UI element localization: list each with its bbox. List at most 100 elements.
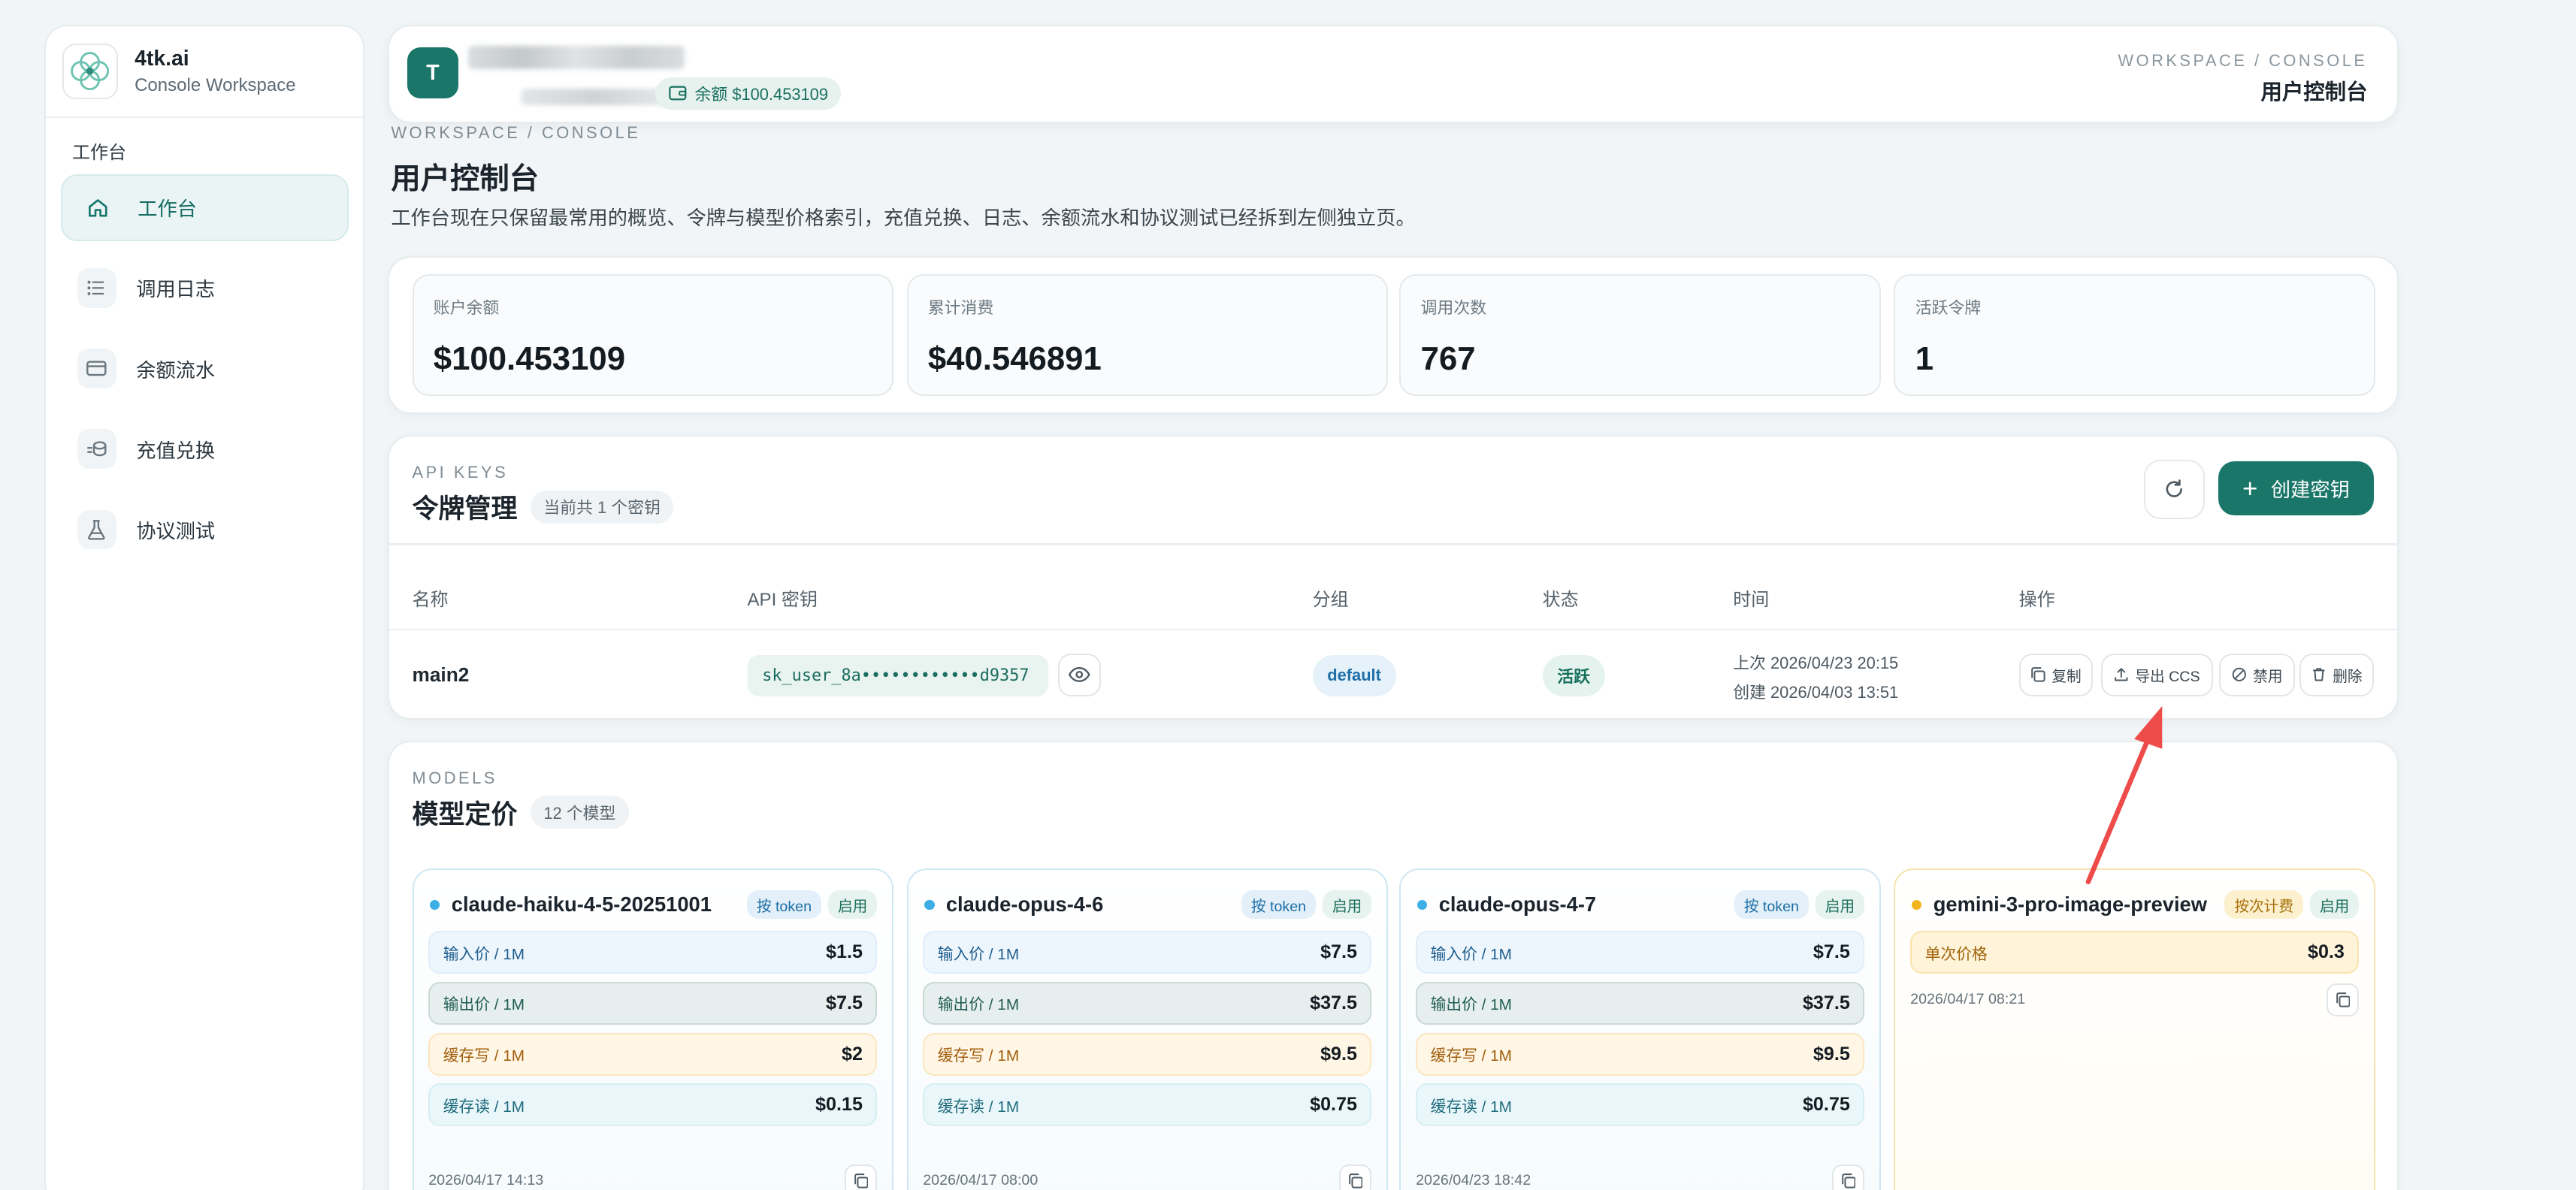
copy-model-button[interactable]	[1338, 1164, 1372, 1190]
model-card[interactable]: gemini-3-pro-image-preview 按次计费 启用 单次价格 $…	[1894, 868, 2376, 1190]
model-card[interactable]: claude-opus-4-6 按 token 启用 输入价 / 1M $7.5 …	[906, 868, 1389, 1190]
reveal-key-button[interactable]	[1057, 653, 1101, 696]
price-row-cache-read: 缓存读 / 1M $0.15	[428, 1083, 878, 1127]
disable-button[interactable]: 禁用	[2219, 653, 2295, 696]
create-key-label: 创建密钥	[2270, 479, 2350, 502]
model-date: 2026/04/23 18:42	[1416, 1172, 1531, 1189]
sidebar-item-call-logs[interactable]: 调用日志	[61, 255, 349, 322]
stat-value: $100.453109	[433, 340, 626, 377]
top-bar: T 余额 $100.453109 WORKSPACE / CONSOLE 用户控…	[387, 24, 2399, 123]
price-row-output: 输出价 / 1M $37.5	[1416, 981, 1865, 1025]
stat-label: 账户余额	[433, 298, 500, 318]
topbar-title: 用户控制台	[2260, 80, 2368, 105]
section-heading: 令牌管理 当前共 1 个密钥	[413, 488, 674, 526]
price-row-cache-write: 缓存写 / 1M $9.5	[923, 1032, 1372, 1076]
sidebar-section-label: 工作台	[71, 143, 127, 164]
stat-value: 767	[1420, 340, 1476, 377]
home-icon	[79, 188, 118, 227]
upload-icon	[2115, 668, 2128, 681]
status-badge: 活跃	[1542, 655, 1605, 696]
key-name: main2	[412, 663, 470, 687]
enabled-badge: 启用	[1815, 890, 1865, 920]
sidebar-item-label: 协议测试	[136, 519, 216, 542]
sidebar-item-label: 充值兑换	[136, 439, 216, 462]
model-date: 2026/04/17 08:21	[1910, 991, 2026, 1008]
column-header-time: 时间	[1733, 590, 1770, 611]
balance-chip-label: 余额 $100.453109	[694, 84, 828, 104]
column-header-api-key: API 密钥	[747, 590, 818, 611]
price-row-per-call: 单次价格 $0.3	[1910, 931, 2360, 974]
copy-model-button[interactable]	[844, 1164, 878, 1190]
list-icon	[77, 268, 117, 308]
price-row-output: 输出价 / 1M $37.5	[923, 981, 1372, 1025]
billing-badge: 按次计费	[2224, 890, 2304, 920]
refresh-icon	[2166, 479, 2183, 497]
delete-label: 删除	[2333, 668, 2363, 685]
sidebar: 4tk.ai Console Workspace 工作台 工作台 调用日志 余额…	[44, 24, 365, 1190]
column-header-status: 状态	[1542, 590, 1579, 611]
copy-icon	[1348, 1173, 1363, 1188]
stat-call-count: 调用次数 767	[1399, 273, 1881, 396]
copy-model-button[interactable]	[2326, 983, 2360, 1016]
price-row-cache-read: 缓存读 / 1M $0.75	[1416, 1083, 1865, 1127]
model-date: 2026/04/17 14:13	[428, 1172, 544, 1189]
divider	[389, 629, 2397, 631]
delete-button[interactable]: 删除	[2299, 653, 2374, 696]
copy-icon	[2031, 667, 2045, 683]
brand-subtitle: Console Workspace	[135, 74, 296, 95]
redacted-email	[520, 88, 669, 105]
avatar[interactable]: T	[407, 47, 458, 98]
model-card[interactable]: claude-haiku-4-5-20251001 按 token 启用 输入价…	[412, 868, 894, 1190]
sidebar-item-protocol-test[interactable]: 协议测试	[61, 496, 349, 563]
model-card[interactable]: claude-opus-4-7 按 token 启用 输入价 / 1M $7.5 …	[1399, 868, 1881, 1190]
price-row-input: 输入价 / 1M $7.5	[923, 931, 1372, 974]
section-kicker: API KEYS	[412, 463, 509, 482]
page-title: 用户控制台	[391, 162, 540, 195]
divider	[389, 543, 2397, 545]
model-name: claude-haiku-4-5-20251001	[451, 892, 712, 917]
stat-value: $40.546891	[927, 340, 1102, 377]
disable-label: 禁用	[2253, 668, 2283, 685]
wallet-icon	[668, 86, 686, 101]
brand-logo	[62, 43, 119, 100]
sidebar-item-label: 调用日志	[136, 278, 216, 301]
flower-logo-icon	[71, 52, 110, 91]
model-name: gemini-3-pro-image-preview	[1933, 892, 2207, 917]
copy-icon	[2336, 992, 2351, 1007]
status-dot	[430, 899, 440, 910]
model-date: 2026/04/17 08:00	[923, 1172, 1039, 1189]
status-dot	[924, 899, 935, 910]
section-heading: 模型定价 12 个模型	[413, 793, 629, 832]
billing-badge: 按 token	[746, 890, 822, 920]
sidebar-item-label: 工作台	[138, 198, 197, 221]
copy-model-button[interactable]	[1831, 1164, 1865, 1190]
brand: 4tk.ai Console Workspace	[46, 26, 364, 119]
brand-name: 4tk.ai	[135, 47, 189, 71]
price-row-input: 输入价 / 1M $1.5	[428, 931, 878, 974]
billing-badge: 按 token	[1241, 890, 1317, 920]
plus-icon: +	[2242, 473, 2258, 503]
billing-badge: 按 token	[1734, 890, 1810, 920]
api-key-value[interactable]: sk_user_8a••••••••••••d9357	[747, 655, 1048, 696]
enabled-badge: 启用	[1322, 890, 1372, 920]
sidebar-item-balance-flow[interactable]: 余额流水	[61, 335, 349, 403]
model-card-footer: 2026/04/17 08:21	[1910, 983, 2360, 1016]
sidebar-item-recharge[interactable]: 充值兑换	[61, 415, 349, 483]
model-name: claude-opus-4-7	[1438, 892, 1597, 917]
model-count-badge: 12 个模型	[530, 796, 629, 829]
stats-panel: 账户余额 $100.453109 累计消费 $40.546891 调用次数 76…	[387, 256, 2399, 414]
enabled-badge: 启用	[2309, 890, 2360, 920]
create-key-button[interactable]: + 创建密钥	[2218, 461, 2375, 516]
card-icon	[77, 349, 117, 388]
stat-label: 累计消费	[927, 298, 994, 318]
api-keys-panel: API KEYS 令牌管理 当前共 1 个密钥 + 创建密钥 名称 API 密钥…	[387, 435, 2399, 720]
refresh-button[interactable]	[2144, 459, 2206, 519]
sidebar-item-workspace[interactable]: 工作台	[60, 174, 349, 242]
enabled-badge: 启用	[827, 890, 878, 920]
eye-icon	[1068, 667, 1090, 683]
sidebar-item-label: 余额流水	[136, 358, 216, 382]
column-header-name: 名称	[412, 590, 449, 611]
section-title: 模型定价	[412, 799, 518, 829]
stat-active-tokens: 活跃令牌 1	[1894, 273, 2376, 396]
stat-label: 调用次数	[1420, 298, 1487, 318]
